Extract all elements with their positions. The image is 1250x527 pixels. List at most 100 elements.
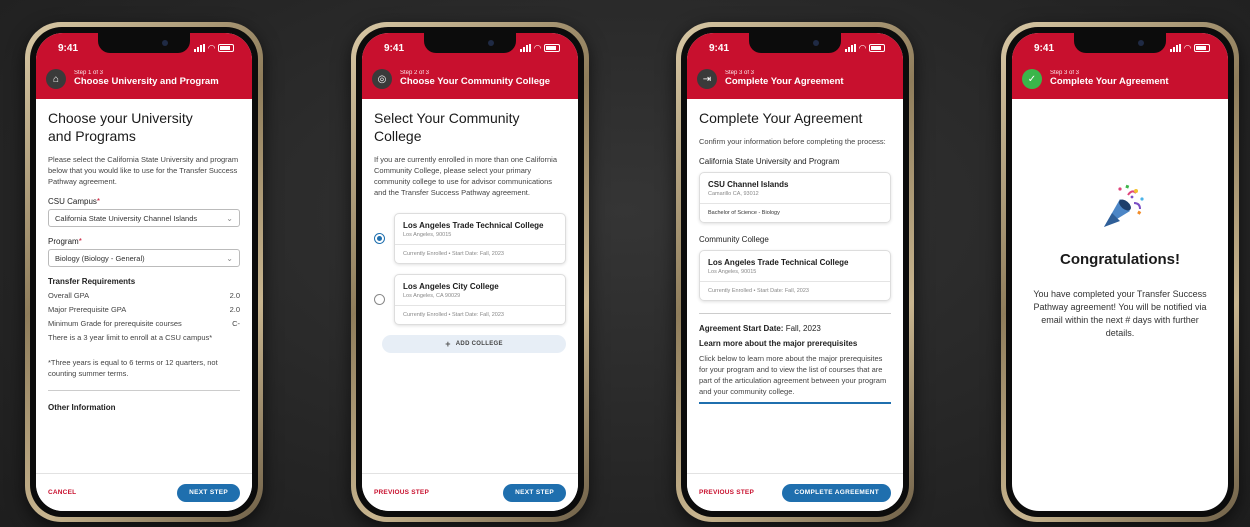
other-info-title: Other Information: [48, 402, 116, 412]
wifi-icon: ◠: [859, 42, 866, 53]
status-time: 9:41: [384, 42, 405, 54]
enrollment-status: Currently Enrolled • Start Date: Fall, 2…: [403, 250, 504, 257]
header-title: Choose University and Program: [74, 75, 219, 87]
step-indicator: Step 2 of 3: [400, 70, 430, 77]
congrats-message: You have completed your Transfer Success…: [1033, 289, 1207, 339]
next-step-button[interactable]: NEXT STEP: [503, 483, 566, 502]
step-header: ⌂ Step 1 of 3 Choose University and Prog…: [36, 63, 252, 99]
signal-icon: [194, 44, 206, 52]
cc-name: Los Angeles Trade Technical College: [708, 258, 849, 268]
radio-unselected[interactable]: [374, 293, 385, 305]
college-card[interactable]: Los Angeles Trade Technical College Los …: [394, 212, 566, 264]
campus-select[interactable]: California State University Channel Isla…: [48, 209, 240, 227]
battery-icon: [544, 44, 560, 52]
check-icon: ✓: [1022, 69, 1042, 89]
college-option[interactable]: Los Angeles City College Los Angeles, CA…: [374, 273, 566, 325]
csu-section-title: California State University and Program: [699, 157, 840, 167]
party-popper-icon: [1104, 184, 1144, 227]
wifi-icon: ◠: [1184, 42, 1191, 53]
phone-step-3: 9:41 ◠ ⇥ Step 3 of 3 Complete Your Agree…: [676, 22, 914, 522]
previous-step-button[interactable]: PREVIOUS STEP: [699, 489, 754, 496]
phone-complete: 9:41 ◠ ✓ Step 3 of 3 Complete Your Agree…: [1001, 22, 1239, 522]
program-select[interactable]: Biology (Biology - General) ⌄: [48, 249, 240, 267]
college-name: Los Angeles City College: [403, 281, 499, 291]
status-time: 9:41: [709, 42, 730, 54]
header-title: Complete Your Agreement: [1050, 75, 1169, 87]
battery-icon: [869, 44, 885, 52]
footnote: *Three years is equal to 6 terms or 12 q…: [48, 357, 218, 378]
college-card[interactable]: Los Angeles City College Los Angeles, CA…: [394, 273, 566, 325]
chevron-down-icon: ⌄: [226, 213, 233, 223]
step-indicator: Step 3 of 3: [725, 70, 755, 77]
campus-label: CSU Campus*: [48, 197, 101, 206]
csu-card: CSU Channel Islands Camarillo CA, 93012 …: [699, 172, 891, 224]
university-icon: ⌂: [46, 69, 66, 89]
requirement-row: Major Prerequisite GPA 2.0: [48, 305, 240, 314]
chevron-down-icon: ⌄: [226, 253, 233, 263]
cc-section-title: Community College: [699, 235, 769, 245]
page-title: Complete Your Agreement: [699, 110, 863, 126]
screen-complete: 9:41 ◠ ✓ Step 3 of 3 Complete Your Agree…: [1012, 33, 1228, 511]
learn-more-text: Click below to learn more about the majo…: [699, 354, 887, 396]
agreement-start: Agreement Start Date: Fall, 2023: [699, 324, 821, 334]
status-time: 9:41: [58, 42, 79, 54]
page-title: Choose your University and Programs: [48, 110, 193, 145]
intro-text: Confirm your information before completi…: [699, 137, 886, 147]
college-name: Los Angeles Trade Technical College: [403, 220, 544, 230]
intro-text: Please select the California State Unive…: [48, 155, 239, 187]
cancel-button[interactable]: CANCEL: [48, 489, 76, 496]
complete-agreement-button[interactable]: COMPLETE AGREEMENT: [782, 483, 891, 502]
header-title: Choose Your Community College: [400, 75, 551, 87]
battery-icon: [218, 44, 234, 52]
next-step-button[interactable]: NEXT STEP: [177, 483, 240, 502]
intro-text: If you are currently enrolled in more th…: [374, 155, 558, 197]
requirement-row: Minimum Grade for prerequisite courses C-: [48, 319, 240, 328]
signal-icon: [1170, 44, 1182, 52]
csu-location: Camarillo CA, 93012: [708, 191, 759, 198]
college-option[interactable]: Los Angeles Trade Technical College Los …: [374, 212, 566, 264]
plus-icon: +: [445, 338, 451, 349]
battery-icon: [1194, 44, 1210, 52]
cc-location: Los Angeles, 90015: [708, 269, 757, 276]
footer-actions: PREVIOUS STEP COMPLETE AGREEMENT: [687, 473, 903, 511]
status-bar: 9:41 ◠: [362, 33, 578, 63]
divider: [48, 389, 240, 391]
wifi-icon: ◠: [534, 42, 541, 53]
csu-degree: Bachelor of Science - Biology: [708, 210, 780, 217]
screen-step-2: 9:41 ◠ ◎ Step 2 of 3 Choose Your Communi…: [362, 33, 578, 511]
notch: [749, 33, 841, 53]
screen-step-3: 9:41 ◠ ⇥ Step 3 of 3 Complete Your Agree…: [687, 33, 903, 511]
previous-step-button[interactable]: PREVIOUS STEP: [374, 489, 429, 496]
header-title: Complete Your Agreement: [725, 75, 844, 87]
radio-selected[interactable]: [374, 232, 385, 244]
status-bar: 9:41 ◠: [687, 33, 903, 63]
cc-status: Currently Enrolled • Start Date: Fall, 2…: [708, 288, 809, 295]
footer-actions: CANCEL NEXT STEP: [36, 473, 252, 511]
notch: [424, 33, 516, 53]
wifi-icon: ◠: [208, 42, 215, 53]
status-bar: 9:41 ◠: [1012, 33, 1228, 63]
status-time: 9:41: [1034, 42, 1055, 54]
learn-more-title: Learn more about the major prerequisites: [699, 339, 858, 349]
requirement-row: Overall GPA 2.0: [48, 291, 240, 300]
step-header: ⇥ Step 3 of 3 Complete Your Agreement: [687, 63, 903, 99]
csu-name: CSU Channel Islands: [708, 180, 789, 190]
status-bar: 9:41 ◠: [36, 33, 252, 63]
enrollment-status: Currently Enrolled • Start Date: Fall, 2…: [403, 311, 504, 318]
screen-step-1: 9:41 ◠ ⌂ Step 1 of 3 Choose University a…: [36, 33, 252, 511]
step-header: ◎ Step 2 of 3 Choose Your Community Coll…: [362, 63, 578, 99]
cc-card: Los Angeles Trade Technical College Los …: [699, 250, 891, 302]
page-title: Select Your Community College: [374, 110, 520, 145]
learn-more-link-bar[interactable]: [699, 401, 891, 404]
signal-icon: [845, 44, 857, 52]
college-icon: ◎: [372, 69, 392, 89]
step-header: ✓ Step 3 of 3 Complete Your Agreement: [1012, 63, 1228, 99]
requirements-title: Transfer Requirements: [48, 277, 136, 286]
phone-step-1: 9:41 ◠ ⌂ Step 1 of 3 Choose University a…: [25, 22, 263, 522]
divider: [699, 313, 891, 315]
limit-note: There is a 3 year limit to enroll at a C…: [48, 333, 213, 342]
congrats-title: Congratulations!: [1060, 251, 1180, 268]
college-location: Los Angeles, 90015: [403, 231, 452, 238]
agreement-icon: ⇥: [697, 69, 717, 89]
add-college-button[interactable]: + ADD COLLEGE: [382, 334, 566, 353]
